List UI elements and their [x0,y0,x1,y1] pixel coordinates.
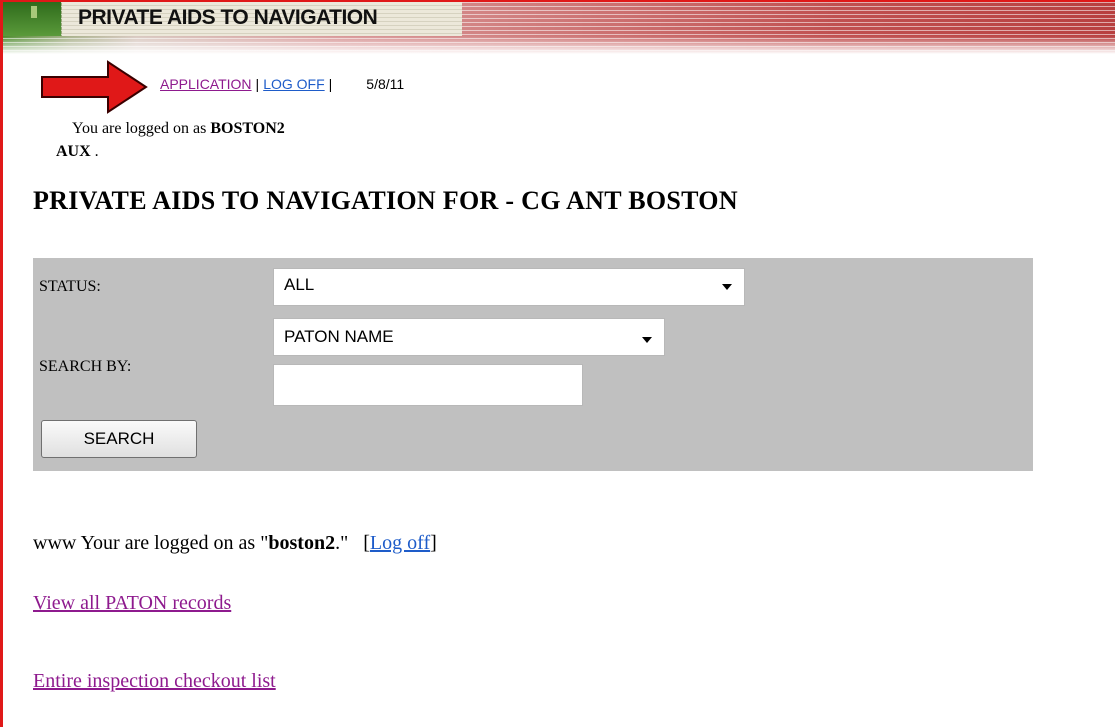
frame-left-border [0,0,3,727]
inspection-checkout-list-link[interactable]: Entire inspection checkout list [33,670,276,693]
current-date: 5/8/11 [366,76,405,92]
search-by-select[interactable]: PATON NAME [273,318,665,356]
chevron-down-icon [722,284,732,290]
red-arrow-icon [41,60,148,114]
footer-status-prefix: www Your are logged on as " [33,532,269,554]
top-nav: APPLICATION | LOG OFF | 5/8/11 [160,76,404,92]
footer-log-off-link[interactable]: Log off [370,532,430,554]
logged-on-username: BOSTON2 [210,120,285,137]
user-role-suffix: . [90,143,99,160]
footer-bracket-open: [ [363,532,370,554]
logged-on-message: You are logged on as BOSTON2 [72,120,285,138]
application-link[interactable]: APPLICATION [160,76,252,92]
search-text-input[interactable] [273,364,583,406]
status-select[interactable]: ALL [273,268,745,306]
header-title: PRIVATE AIDS TO NAVIGATION [78,6,378,29]
status-label: STATUS: [39,278,101,295]
user-role: AUX . [56,143,99,161]
chevron-down-icon [642,337,652,343]
logged-on-prefix: You are logged on as [72,120,211,137]
footer-bracket-close: ] [430,532,437,554]
nav-separator: | [328,76,333,92]
user-role-value: AUX [56,143,91,160]
search-panel: STATUS: ALL SEARCH BY: PATON NAME SEARCH [33,258,1033,471]
search-button[interactable]: SEARCH [41,420,197,458]
view-all-paton-records-link[interactable]: View all PATON records [33,592,231,615]
logged-on-footer-message: www Your are logged on as "boston2." [Lo… [33,532,437,555]
search-by-label: SEARCH BY: [39,358,132,375]
nav-separator: | [255,76,260,92]
page-title: PRIVATE AIDS TO NAVIGATION FOR - CG ANT … [33,186,738,215]
log-off-link[interactable]: LOG OFF [263,76,324,92]
search-by-select-value: PATON NAME [284,327,394,346]
footer-status-user: boston2 [268,532,336,554]
header-emblem [3,2,61,36]
status-select-value: ALL [284,275,315,294]
emblem-mark-icon [31,6,37,18]
footer-status-suffix: ." [335,532,349,554]
